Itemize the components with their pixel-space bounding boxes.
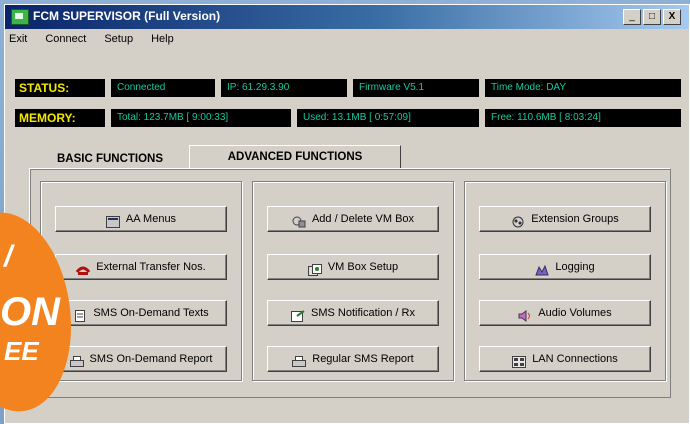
memory-free: Free: 110.6MB [ 8:03:24]: [485, 109, 681, 127]
title-bar[interactable]: FCM SUPERVISOR (Full Version) _ □ X: [5, 5, 689, 29]
promo-text-line-2: ON: [0, 290, 60, 334]
speaker-icon: [518, 307, 532, 322]
external-transfer-button[interactable]: External Transfer Nos.: [55, 254, 227, 280]
aa-menus-button[interactable]: AA Menus: [55, 206, 227, 232]
document-icon: [73, 307, 87, 322]
group-column-1: AA Menus External Transfer Nos. SMS On-D…: [40, 181, 242, 381]
app-window: FCM SUPERVISOR (Full Version) _ □ X Exit…: [4, 4, 690, 424]
memory-label: MEMORY:: [15, 109, 105, 127]
transfer-icon: [76, 261, 91, 275]
sms-on-demand-texts-button[interactable]: SMS On-Demand Texts: [55, 300, 227, 326]
sms-on-demand-report-button[interactable]: SMS On-Demand Report: [55, 346, 227, 372]
tab-advanced-functions[interactable]: ADVANCED FUNCTIONS: [189, 145, 401, 168]
connection-status: Connected: [111, 79, 215, 97]
menu-exit[interactable]: Exit: [7, 33, 29, 45]
menu-bar: Exit Connect Setup Help: [7, 33, 176, 45]
menu-connect[interactable]: Connect: [43, 33, 88, 45]
firmware-version: Firmware V5.1: [353, 79, 479, 97]
extension-groups-button[interactable]: Extension Groups: [479, 206, 651, 232]
lan-connections-label: LAN Connections: [532, 353, 618, 365]
vm-box-icon: [292, 213, 306, 228]
memory-used: Used: 13.1MB [ 0:57:09]: [297, 109, 479, 127]
app-icon: [11, 9, 29, 25]
sms-notification-button[interactable]: SMS Notification / Rx: [267, 300, 439, 326]
logging-label: Logging: [555, 261, 595, 273]
lan-connections-button[interactable]: LAN Connections: [479, 346, 651, 372]
extension-groups-label: Extension Groups: [531, 213, 619, 225]
regular-sms-report-label: Regular SMS Report: [312, 353, 414, 365]
tab-basic-functions[interactable]: BASIC FUNCTIONS: [35, 148, 185, 170]
promo-text-line-1: /: [4, 240, 13, 273]
logging-icon: [535, 261, 550, 276]
window-controls: _ □ X: [623, 9, 681, 25]
groups-icon: [511, 213, 525, 228]
logging-button[interactable]: Logging: [479, 254, 651, 280]
printer-icon: [69, 353, 84, 367]
menu-icon: [105, 213, 120, 228]
maximize-button[interactable]: □: [643, 9, 661, 25]
advanced-functions-panel: AA Menus External Transfer Nos. SMS On-D…: [29, 168, 671, 398]
audio-volumes-label: Audio Volumes: [538, 307, 612, 319]
menu-help[interactable]: Help: [149, 33, 176, 45]
status-label: STATUS:: [15, 79, 105, 97]
sms-on-demand-report-label: SMS On-Demand Report: [89, 353, 213, 365]
menu-setup[interactable]: Setup: [102, 33, 135, 45]
external-transfer-label: External Transfer Nos.: [96, 261, 206, 273]
lan-icon: [512, 353, 527, 368]
minimize-button[interactable]: _: [623, 9, 641, 25]
sms-notification-label: SMS Notification / Rx: [311, 307, 415, 319]
sms-icon: [291, 307, 305, 322]
vm-box-setup-button[interactable]: VM Box Setup: [267, 254, 439, 280]
aa-menus-label: AA Menus: [125, 213, 177, 225]
add-delete-vm-box-button[interactable]: Add / Delete VM Box: [267, 206, 439, 232]
setup-icon: [307, 261, 322, 276]
sms-on-demand-texts-label: SMS On-Demand Texts: [93, 307, 209, 319]
printer-icon: [292, 353, 307, 367]
memory-total: Total: 123.7MB [ 9:00:33]: [111, 109, 291, 127]
vm-box-setup-label: VM Box Setup: [327, 261, 399, 273]
ip-address: IP: 61.29.3.90: [221, 79, 347, 97]
time-mode: Time Mode: DAY: [485, 79, 681, 97]
promo-text-line-3: EE: [4, 336, 39, 366]
close-button[interactable]: X: [663, 9, 681, 25]
group-column-3: Extension Groups Logging Audio Volumes L…: [464, 181, 666, 381]
add-delete-vm-box-label: Add / Delete VM Box: [311, 213, 415, 225]
regular-sms-report-button[interactable]: Regular SMS Report: [267, 346, 439, 372]
window-title: FCM SUPERVISOR (Full Version): [33, 9, 221, 23]
audio-volumes-button[interactable]: Audio Volumes: [479, 300, 651, 326]
group-column-2: Add / Delete VM Box VM Box Setup SMS Not…: [252, 181, 454, 381]
